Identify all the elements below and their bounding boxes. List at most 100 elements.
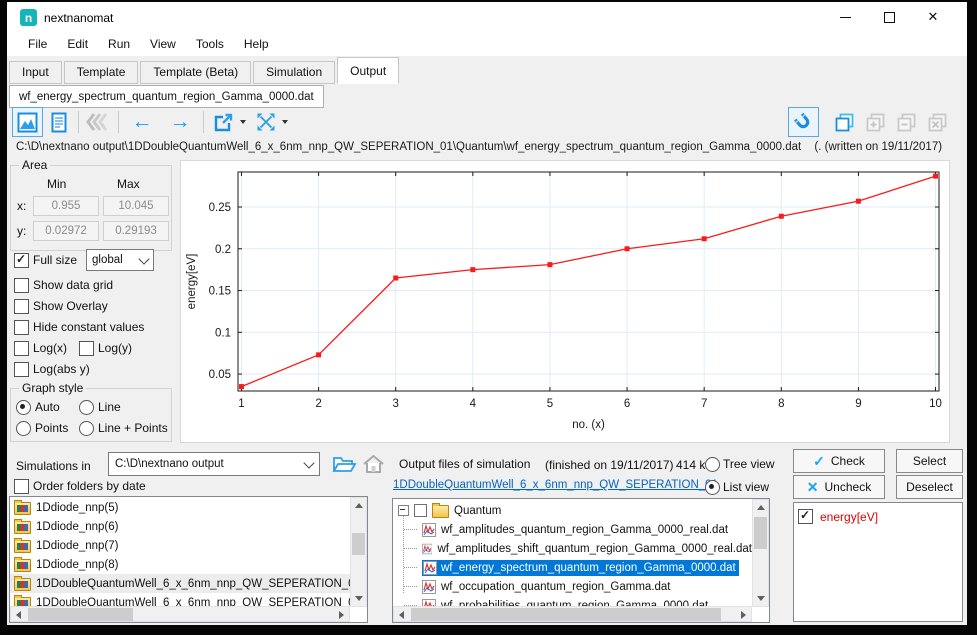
folder-list-vscrollbar[interactable]: [350, 497, 367, 607]
select-button[interactable]: Select: [896, 449, 963, 473]
log-y-checkbox[interactable]: [79, 341, 94, 356]
scroll-up-icon[interactable]: [753, 500, 768, 515]
scroll-up-icon[interactable]: [351, 498, 366, 513]
folder-list-item[interactable]: 1Ddiode_nnp(8): [10, 555, 350, 574]
scroll-left-icon[interactable]: [394, 607, 409, 622]
menu-run[interactable]: Run: [98, 37, 140, 51]
graph-style-points-radio[interactable]: [16, 421, 31, 436]
scroll-thumb[interactable]: [411, 608, 721, 621]
svg-text:1: 1: [238, 398, 244, 410]
scroll-right-icon[interactable]: [736, 607, 751, 622]
log-x-label: Log(x): [33, 341, 67, 355]
graph-style-line-radio[interactable]: [79, 400, 94, 415]
tab-template-beta[interactable]: Template (Beta): [140, 61, 251, 84]
simulation-folder-combo[interactable]: C:\D\nextnano output: [108, 452, 320, 476]
document-subtab[interactable]: wf_energy_spectrum_quantum_region_Gamma_…: [9, 85, 324, 108]
svg-text:0.05: 0.05: [209, 369, 231, 381]
folder-name: 1Ddiode_nnp(7): [36, 540, 118, 552]
window-title: nextnanomat: [44, 11, 113, 25]
folder-list-item[interactable]: 1Ddiode_nnp(5): [10, 498, 350, 517]
graph-style-line-points-radio[interactable]: [79, 421, 94, 436]
y-max-field[interactable]: 0.29193: [103, 221, 169, 241]
snap-magnet-button[interactable]: [788, 107, 819, 137]
export-icon: [213, 112, 234, 133]
deselect-button[interactable]: Deselect: [896, 475, 963, 499]
folder-list-hscrollbar[interactable]: [10, 606, 350, 622]
fit-view-dropdown-caret[interactable]: [282, 120, 288, 124]
menu-help[interactable]: Help: [234, 37, 279, 51]
clear-overlay-button[interactable]: [922, 107, 953, 137]
scroll-thumb[interactable]: [28, 608, 133, 621]
text-view-button[interactable]: [43, 107, 74, 137]
scroll-down-icon[interactable]: [753, 591, 768, 606]
tree-view-radio[interactable]: [705, 457, 720, 472]
export-button[interactable]: [208, 107, 239, 137]
log-abs-y-checkbox[interactable]: [14, 362, 29, 377]
scroll-right-icon[interactable]: [334, 607, 349, 622]
add-overlay-button[interactable]: [860, 107, 891, 137]
menu-file[interactable]: File: [18, 37, 57, 51]
home-folder-button[interactable]: [362, 453, 385, 480]
file-tree-hscrollbar[interactable]: [393, 606, 752, 622]
tree-file-row[interactable]: wf_amplitudes_quantum_region_Gamma_0000_…: [393, 520, 752, 539]
dataset-item[interactable]: energy[eV]: [794, 507, 962, 526]
tree-file-row[interactable]: wf_occupation_quantum_region_Gamma.dat: [393, 577, 752, 596]
folder-icon: [14, 578, 31, 591]
back-button[interactable]: ←: [123, 107, 161, 137]
collapse-icon[interactable]: [398, 505, 409, 516]
dataset-checkbox[interactable]: [798, 509, 813, 524]
fit-view-button[interactable]: [250, 107, 281, 137]
dat-file-icon: [422, 580, 436, 594]
check-button[interactable]: ✓ Check: [793, 449, 885, 473]
show-overlay-checkbox[interactable]: [14, 299, 29, 314]
scope-select[interactable]: global: [86, 249, 154, 271]
tree-stub: [404, 586, 417, 587]
svg-text:0.2: 0.2: [215, 244, 231, 256]
simulation-link[interactable]: 1DDoubleQuantumWell_6_x_6nm_nnp_QW_SEPER…: [393, 479, 718, 491]
tab-simulation[interactable]: Simulation: [253, 61, 335, 84]
show-data-grid-checkbox[interactable]: [14, 278, 29, 293]
log-x-checkbox[interactable]: [14, 341, 29, 356]
forward-button[interactable]: →: [161, 107, 199, 137]
scroll-thumb[interactable]: [352, 533, 365, 555]
folder-list-item-selected[interactable]: 1DDoubleQuantumWell_6_x_6nm_nnp_QW_SEPER…: [10, 574, 350, 593]
file-tree-vscrollbar[interactable]: [752, 499, 769, 607]
graph-style-line-points-label: Line + Points: [98, 421, 168, 435]
y-min-field[interactable]: 0.02972: [33, 221, 99, 241]
tab-input[interactable]: Input: [9, 61, 62, 84]
export-dropdown-caret[interactable]: [240, 120, 246, 124]
new-overlay-button[interactable]: [829, 107, 860, 137]
x-min-field[interactable]: 0.955: [33, 196, 99, 216]
uncheck-button[interactable]: ✕ Uncheck: [793, 475, 885, 499]
scroll-thumb[interactable]: [754, 517, 767, 549]
menu-view[interactable]: View: [140, 37, 186, 51]
tab-template[interactable]: Template: [64, 61, 139, 84]
tree-file-row[interactable]: wf_amplitudes_shift_quantum_region_Gamma…: [393, 539, 752, 558]
hide-constant-values-checkbox[interactable]: [14, 320, 29, 335]
menu-tools[interactable]: Tools: [186, 37, 234, 51]
list-view-radio[interactable]: [705, 480, 720, 495]
remove-overlay-button[interactable]: [891, 107, 922, 137]
folder-list-item[interactable]: 1Ddiode_nnp(6): [10, 517, 350, 536]
folder-checkbox[interactable]: [414, 504, 427, 517]
browse-folder-button[interactable]: [332, 453, 357, 480]
full-size-checkbox[interactable]: [14, 253, 29, 268]
order-folders-checkbox[interactable]: [14, 479, 29, 494]
tab-output[interactable]: Output: [337, 57, 399, 84]
tree-folder-row[interactable]: Quantum: [393, 501, 752, 520]
plot-view-button[interactable]: [12, 107, 43, 137]
scroll-left-icon[interactable]: [11, 607, 26, 622]
minimize-button[interactable]: [823, 2, 867, 32]
scroll-down-icon[interactable]: [351, 591, 366, 606]
folder-list-item[interactable]: 1Ddiode_nnp(7): [10, 536, 350, 555]
minimize-icon: [840, 17, 851, 18]
full-size-label: Full size: [33, 253, 77, 267]
layers-button[interactable]: [83, 107, 114, 137]
graph-style-auto-radio[interactable]: [16, 400, 31, 415]
menu-edit[interactable]: Edit: [57, 37, 98, 51]
max-header: Max: [117, 177, 140, 191]
tree-file-row-selected[interactable]: wf_energy_spectrum_quantum_region_Gamma_…: [393, 558, 752, 577]
close-button[interactable]: ✕: [911, 2, 955, 32]
maximize-button[interactable]: [867, 2, 911, 32]
x-max-field[interactable]: 10.045: [103, 196, 169, 216]
